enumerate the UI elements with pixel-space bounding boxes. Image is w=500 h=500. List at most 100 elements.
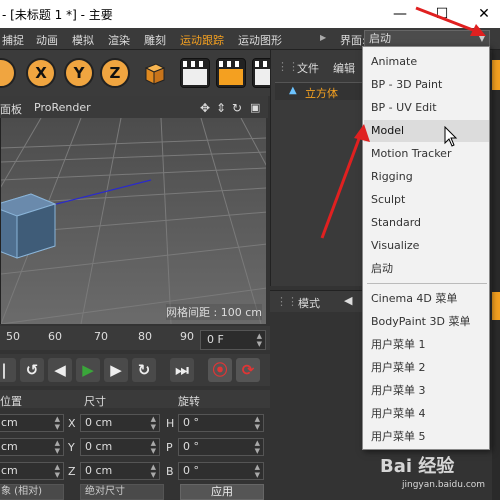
spinner-icon[interactable]: ▲ ▼	[55, 463, 60, 479]
attribute-manager-header: ⋮⋮ 模式 ◀	[270, 290, 362, 312]
rotation-p-value: 0 °	[183, 440, 199, 453]
object-manager: ⋮⋮ 文件 编辑 ▲ 立方体	[270, 50, 363, 286]
apply-button[interactable]: 应用	[180, 484, 264, 500]
navigation-zoom-icon[interactable]: ⇕	[216, 101, 226, 115]
rotation-h-field[interactable]: 0 ° ▲ ▼	[178, 414, 264, 432]
sidebar-tab-objects[interactable]	[492, 60, 500, 90]
layout-option-standard[interactable]: Standard	[364, 212, 489, 234]
attribute-mode-label[interactable]: 模式	[298, 295, 320, 311]
grip-icon[interactable]: ⋮⋮	[277, 60, 299, 73]
spinner-icon[interactable]: ▲ ▼	[151, 463, 156, 479]
menu-animate[interactable]: 动画	[36, 32, 58, 48]
layout-option-user-menu-5[interactable]: 用户菜单 5	[364, 426, 489, 448]
position-header: 位置	[0, 395, 22, 408]
z-axis-button[interactable]: Z	[100, 58, 130, 88]
coordinate-mode-select[interactable]: 象 (相对)	[0, 484, 64, 500]
layout-option-rigging[interactable]: Rigging	[364, 166, 489, 188]
layout-option-user-menu-3[interactable]: 用户菜单 3	[364, 380, 489, 402]
next-key-icon[interactable]: ↻	[132, 358, 156, 382]
3d-viewport[interactable]: 网格间距 : 100 cm	[0, 118, 266, 324]
layout-option-sculpt[interactable]: Sculpt	[364, 189, 489, 211]
maximize-button[interactable]: ☐	[432, 4, 452, 24]
sidebar-tab-attributes[interactable]	[492, 292, 500, 320]
record-keys-icon[interactable]: ⦿	[208, 358, 232, 382]
rotate-tool-icon[interactable]	[0, 58, 16, 88]
layout-option-bp-uv-edit[interactable]: BP - UV Edit	[364, 97, 489, 119]
tick-label: 90	[180, 330, 194, 343]
transport-controls: | ↺ ◀ ▶ ▶ ↻ ⏭ ⦿ ⟳	[0, 354, 270, 386]
rotation-header: 旋转	[178, 395, 200, 408]
navigation-move-icon[interactable]: ✥	[200, 101, 210, 115]
menu-simulate[interactable]: 模拟	[72, 32, 94, 48]
spinner-icon[interactable]: ▲ ▼	[255, 463, 260, 479]
axis-label: P	[166, 441, 173, 454]
y-axis-button[interactable]: Y	[64, 58, 94, 88]
viewport-menu-panel[interactable]: 面板	[0, 101, 22, 117]
viewport-menu-prorender[interactable]: ProRender	[34, 101, 91, 114]
object-name[interactable]: 立方体	[305, 85, 338, 101]
attribute-manager-body	[270, 312, 362, 500]
menu-mograph[interactable]: 运动图形	[238, 32, 282, 48]
menu-sculpt[interactable]: 雕刻	[144, 32, 166, 48]
layout-option-user-menu-2[interactable]: 用户菜单 2	[364, 357, 489, 379]
layout-option-startup[interactable]: 启动	[364, 258, 489, 280]
layout-option-bodypaint-menu[interactable]: BodyPaint 3D 菜单	[364, 311, 489, 333]
render-view-icon[interactable]	[180, 58, 210, 88]
go-to-start-icon[interactable]: |	[0, 358, 16, 382]
spinner-icon[interactable]: ▲ ▼	[151, 415, 156, 431]
tab-edit[interactable]: 编辑	[333, 60, 355, 76]
menu-motion-tracking[interactable]: 运动跟踪	[180, 32, 224, 48]
play-button-icon[interactable]: ▶	[76, 358, 100, 382]
size-mode-select[interactable]: 绝对尺寸	[80, 484, 164, 500]
spinner-icon[interactable]: ▲ ▼	[257, 332, 262, 348]
object-row[interactable]: ▲ 立方体	[275, 82, 363, 100]
layout-select-value: 启动	[369, 32, 391, 45]
layout-option-user-menu-1[interactable]: 用户菜单 1	[364, 334, 489, 356]
auto-keying-icon[interactable]: ⟳	[236, 358, 260, 382]
spinner-icon[interactable]: ▲ ▼	[151, 439, 156, 455]
position-y-field[interactable]: cm ▲ ▼	[0, 438, 64, 456]
current-frame-field[interactable]: 0 F ▲ ▼	[200, 330, 266, 350]
next-frame-icon[interactable]: ▶	[104, 358, 128, 382]
position-y-value: cm	[1, 440, 18, 453]
spinner-icon[interactable]: ▲ ▼	[55, 415, 60, 431]
axis-label: X	[68, 417, 76, 430]
spinner-icon[interactable]: ▲ ▼	[255, 439, 260, 455]
axis-label: Z	[68, 465, 76, 478]
size-x-field[interactable]: 0 cm ▲ ▼	[80, 414, 160, 432]
layout-option-motion-tracker[interactable]: Motion Tracker	[364, 143, 489, 165]
x-axis-button[interactable]: X	[26, 58, 56, 88]
navigation-rotate-icon[interactable]: ↻	[232, 101, 242, 115]
overflow-arrow-icon[interactable]: ▶	[320, 33, 326, 42]
minimize-button[interactable]: —	[390, 4, 410, 24]
watermark-logo: Bai 经验	[380, 456, 455, 477]
menu-snap[interactable]: 捕捉	[2, 32, 24, 48]
rotation-b-field[interactable]: 0 ° ▲ ▼	[178, 462, 264, 480]
menu-render[interactable]: 渲染	[108, 32, 130, 48]
tab-file[interactable]: 文件	[297, 60, 319, 76]
back-arrow-icon[interactable]: ◀	[344, 294, 352, 307]
layout-option-visualize[interactable]: Visualize	[364, 235, 489, 257]
position-z-field[interactable]: cm ▲ ▼	[0, 462, 64, 480]
position-x-field[interactable]: cm ▲ ▼	[0, 414, 64, 432]
spinner-icon[interactable]: ▲ ▼	[255, 415, 260, 431]
tick-label: 80	[138, 330, 152, 343]
go-to-end-icon[interactable]: ⏭	[170, 358, 194, 382]
viewport-toggle-icon[interactable]: ▣	[250, 101, 260, 114]
spinner-icon[interactable]: ▲ ▼	[55, 439, 60, 455]
rotation-p-field[interactable]: 0 ° ▲ ▼	[178, 438, 264, 456]
size-z-field[interactable]: 0 cm ▲ ▼	[80, 462, 160, 480]
layout-option-bp-3d-paint[interactable]: BP - 3D Paint	[364, 74, 489, 96]
coordinate-system-icon[interactable]	[138, 58, 168, 88]
position-z-value: cm	[1, 464, 18, 477]
close-button[interactable]: ✕	[474, 4, 494, 24]
grip-icon[interactable]: ⋮⋮	[276, 295, 298, 308]
layout-option-model[interactable]: Model	[364, 120, 489, 142]
layout-option-cinema4d-menu[interactable]: Cinema 4D 菜单	[364, 288, 489, 310]
size-y-field[interactable]: 0 cm ▲ ▼	[80, 438, 160, 456]
layout-option-animate[interactable]: Animate	[364, 51, 489, 73]
previous-key-icon[interactable]: ↺	[20, 358, 44, 382]
render-to-picture-viewer-icon[interactable]	[216, 58, 246, 88]
layout-option-user-menu-4[interactable]: 用户菜单 4	[364, 403, 489, 425]
previous-frame-icon[interactable]: ◀	[48, 358, 72, 382]
